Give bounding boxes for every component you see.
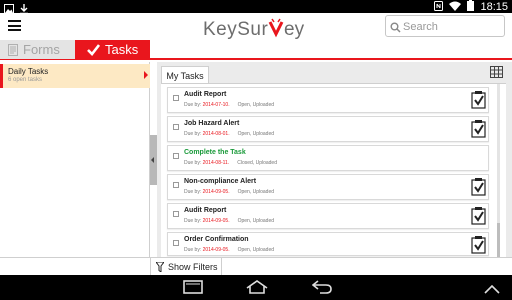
clipboard-check-icon[interactable]	[471, 119, 486, 143]
system-nav-bar	[0, 275, 512, 300]
checkmark-icon	[87, 43, 100, 56]
task-title: Order Confirmation	[184, 236, 249, 243]
task-title: Audit Report	[184, 207, 227, 214]
tab-forms-label: Forms	[23, 42, 60, 57]
tab-tasks[interactable]: Tasks	[75, 40, 150, 59]
due-date: 2014-09-05.	[202, 218, 230, 224]
tab-forms[interactable]: Forms	[0, 40, 75, 59]
clock: 18:15	[480, 0, 508, 13]
list-item-daily-tasks[interactable]: Daily Tasks 6 open tasks	[0, 64, 150, 88]
grid-view-icon[interactable]	[490, 65, 503, 83]
top-tabs: Forms Tasks	[0, 40, 512, 60]
home-icon[interactable]	[246, 280, 268, 299]
app-bar: KeySur ey	[0, 13, 512, 40]
task-card[interactable]: Non-compliance Alert Due by: 2014-09-05.…	[167, 174, 489, 200]
task-card[interactable]: Audit Report Due by: 2014-07-10. Open, Up…	[167, 87, 489, 113]
due-label: Due by:	[184, 131, 203, 137]
list-item-title: Daily Tasks	[8, 67, 49, 76]
task-meta: Due by: 2014-08-11. Closed, Uploaded	[184, 160, 277, 166]
funnel-icon	[156, 262, 164, 272]
tab-tasks-label: Tasks	[105, 42, 139, 57]
selected-arrow-icon	[144, 71, 148, 79]
task-card[interactable]: Complete the Task Due by: 2014-08-11. Clo…	[167, 145, 489, 171]
due-date: 2014-09-05.	[202, 247, 230, 253]
chevron-up-icon[interactable]	[484, 282, 500, 300]
task-meta: Due by: 2014-08-01. Open, Uploaded	[184, 131, 274, 137]
task-checkbox[interactable]	[173, 95, 179, 101]
task-status: Open, Uploaded	[237, 189, 275, 195]
forms-icon	[8, 43, 18, 56]
scrollbar-thumb[interactable]	[497, 223, 500, 257]
clipboard-check-icon[interactable]	[471, 235, 486, 259]
task-checkbox[interactable]	[173, 124, 179, 130]
back-icon[interactable]	[311, 280, 332, 299]
task-status: Open, Uploaded	[237, 102, 275, 108]
due-date: 2014-08-01.	[202, 131, 230, 137]
chevron-left-icon	[151, 157, 154, 163]
svg-text:ey: ey	[284, 19, 305, 40]
search-field[interactable]	[385, 15, 505, 37]
task-checkbox[interactable]	[173, 211, 179, 217]
task-meta: Due by: 2014-09-05. Open, Uploaded	[184, 189, 274, 195]
due-label: Due by:	[184, 218, 203, 224]
keysurvey-logo: KeySur ey	[200, 15, 320, 41]
recent-apps-icon[interactable]	[183, 280, 203, 299]
hamburger-icon[interactable]	[8, 20, 21, 31]
due-date: 2014-09-05.	[202, 189, 230, 195]
task-status: Open, Uploaded	[237, 131, 275, 137]
task-checkbox[interactable]	[173, 153, 179, 159]
tab-my-tasks[interactable]: My Tasks	[161, 66, 209, 84]
task-meta: Due by: 2014-07-10. Open, Uploaded	[184, 102, 274, 108]
task-title: Non-compliance Alert	[184, 178, 257, 185]
task-card[interactable]: Job Hazard Alert Due by: 2014-08-01. Open…	[167, 116, 489, 142]
due-date: 2014-08-11.	[202, 160, 230, 166]
filter-bar: Show Filters	[0, 257, 512, 276]
panel-collapse-handle[interactable]	[150, 135, 157, 185]
status-bar: 18:15	[0, 0, 512, 15]
clipboard-check-icon[interactable]	[471, 90, 486, 114]
due-label: Due by:	[184, 102, 203, 108]
task-checkbox[interactable]	[173, 182, 179, 188]
task-lists-panel: Daily Tasks 6 open tasks	[0, 62, 150, 257]
task-meta: Due by: 2014-09-05. Open, Uploaded	[184, 218, 274, 224]
task-status: Open, Uploaded	[237, 218, 275, 224]
task-title: Complete the Task	[184, 149, 246, 156]
due-date: 2014-07-10.	[202, 102, 230, 108]
due-label: Due by:	[184, 160, 203, 166]
task-title: Audit Report	[184, 91, 227, 98]
task-checkbox[interactable]	[173, 240, 179, 246]
task-card[interactable]: Audit Report Due by: 2014-09-05. Open, Up…	[167, 203, 489, 229]
due-label: Due by:	[184, 189, 203, 195]
show-filters-button[interactable]: Show Filters	[150, 258, 222, 276]
search-icon	[390, 20, 401, 38]
clipboard-check-icon[interactable]	[471, 206, 486, 230]
task-meta: Due by: 2014-09-05. Open, Uploaded	[184, 247, 274, 253]
clipboard-check-icon[interactable]	[471, 177, 486, 201]
svg-text:KeySur: KeySur	[203, 19, 268, 40]
list-item-subtitle: 6 open tasks	[8, 77, 43, 83]
due-label: Due by:	[184, 247, 203, 253]
task-card[interactable]: Order Confirmation Due by: 2014-09-05. Op…	[167, 232, 489, 256]
task-title: Job Hazard Alert	[184, 120, 240, 127]
search-input[interactable]	[403, 19, 501, 34]
task-status: Open, Uploaded	[237, 247, 275, 253]
show-filters-label: Show Filters	[168, 262, 218, 272]
task-status: Closed, Uploaded	[237, 160, 277, 166]
